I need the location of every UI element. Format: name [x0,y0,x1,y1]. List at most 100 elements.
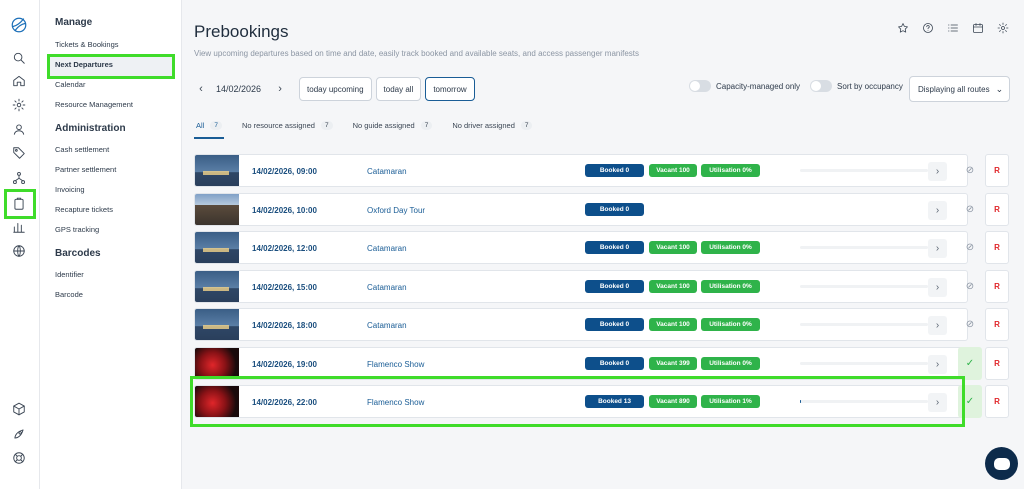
r-button[interactable]: R [985,385,1009,418]
ban-icon[interactable]: ⊘ [958,193,982,226]
list-icon[interactable] [947,22,960,35]
logo-icon[interactable] [8,14,30,36]
nav-item-next-departures[interactable]: Next Departures [55,60,113,69]
vacant-badge: Vacant 100 [649,164,697,177]
r-button[interactable]: R [985,308,1009,341]
departure-row[interactable]: 14/02/2026, 12:00 Catamaran Booked 0 Vac… [194,231,968,264]
tag-icon[interactable] [8,142,30,164]
r-button[interactable]: R [985,231,1009,264]
departure-datetime: 14/02/2026, 18:00 [252,321,317,330]
booked-badge: Booked 0 [585,280,644,293]
departure-name[interactable]: Catamaran [367,244,407,253]
chat-bubble-icon [993,457,1010,470]
today-upcoming-button[interactable]: today upcoming [299,77,372,101]
departure-name[interactable]: Catamaran [367,283,407,292]
booked-badge: Booked 0 [585,318,644,331]
nav-item-identifier[interactable]: Identifier [55,270,84,279]
icon-rail [0,0,40,489]
tab-no-resource[interactable]: No resource assigned 7 [240,117,335,139]
departure-row[interactable]: 14/02/2026, 10:00 Oxford Day Tour Booked… [194,193,968,226]
today-all-button[interactable]: today all [375,77,422,101]
tab-no-driver[interactable]: No driver assigned 7 [450,117,534,139]
departure-datetime: 14/02/2026, 10:00 [252,206,317,215]
gear-icon[interactable] [8,94,30,116]
nav-item-calendar[interactable]: Calendar [55,80,85,89]
open-departure-chevron-icon[interactable]: › [928,316,947,335]
capacity-toggle[interactable] [689,80,711,92]
box-icon[interactable] [8,398,30,420]
nav-item-resource-management[interactable]: Resource Management [55,100,133,109]
nav-item-cash-settlement[interactable]: Cash settlement [55,145,109,154]
help-icon[interactable] [922,22,935,35]
departure-datetime: 14/02/2026, 15:00 [252,283,317,292]
departure-datetime: 14/02/2026, 12:00 [252,244,317,253]
main-content: Prebookings View upcoming departures bas… [182,0,1024,489]
nav-item-partner-settlement[interactable]: Partner settlement [55,165,116,174]
selected-date[interactable]: 14/02/2026 [216,84,261,94]
nav-item-recapture-tickets[interactable]: Recapture tickets [55,205,113,214]
next-date-chevron-icon[interactable]: › [273,83,287,95]
nav-item-invoicing[interactable]: Invoicing [55,185,85,194]
nav-item-gps-tracking[interactable]: GPS tracking [55,225,99,234]
booked-badge: Booked 0 [585,241,644,254]
page-title: Prebookings [194,22,289,41]
utilisation-badge: Utilisation 0% [701,357,760,370]
calendar-icon[interactable] [972,22,985,35]
globe-icon[interactable] [8,240,30,262]
r-button[interactable]: R [985,193,1009,226]
tomorrow-button[interactable]: tomorrow [425,77,475,101]
nav-item-barcode[interactable]: Barcode [55,290,83,299]
tab-label: All [196,121,205,130]
vacant-badge: Vacant 100 [649,318,697,331]
settings-gear-icon[interactable] [997,22,1010,35]
departure-row[interactable]: 14/02/2026, 09:00 Catamaran Booked 0 Vac… [194,154,968,187]
open-departure-chevron-icon[interactable]: › [928,355,947,374]
bar-chart-icon[interactable] [8,216,30,238]
tab-all[interactable]: All 7 [194,117,224,139]
departure-name[interactable]: Catamaran [367,167,407,176]
ban-icon[interactable]: ⊘ [958,154,982,187]
tab-count: 7 [420,121,433,130]
tab-no-guide[interactable]: No guide assigned 7 [351,117,435,139]
home-icon[interactable] [8,70,30,92]
utilisation-bar [800,323,928,326]
chat-button[interactable] [985,447,1018,480]
occupancy-toggle[interactable] [810,80,833,92]
network-icon[interactable] [8,167,30,189]
utilisation-bar [800,362,928,365]
catamaran-thumbnail [195,309,239,340]
star-icon[interactable] [897,22,910,35]
date-filter-bar: ‹ 14/02/2026 › today upcoming today all … [194,77,479,101]
tab-label: No driver assigned [452,121,515,130]
nav-section-barcodes: Barcodes [55,248,101,259]
departure-row[interactable]: 14/02/2026, 18:00 Catamaran Booked 0 Vac… [194,308,968,341]
departure-name[interactable]: Flamenco Show [367,360,424,369]
ban-icon[interactable]: ⊘ [958,308,982,341]
r-button[interactable]: R [985,347,1009,380]
lifebuoy-icon[interactable] [8,447,30,469]
r-button[interactable]: R [985,270,1009,303]
vacant-badge: Vacant 100 [649,280,697,293]
open-departure-chevron-icon[interactable]: › [928,239,947,258]
rocket-icon[interactable] [8,423,30,445]
open-departure-chevron-icon[interactable]: › [928,201,947,220]
departure-name[interactable]: Catamaran [367,321,407,330]
chevron-down-icon: ⌄ [995,83,1004,94]
routes-dropdown[interactable]: Displaying all routes ⌄ [909,76,1010,102]
tab-label: No guide assigned [352,121,415,130]
utilisation-badge: Utilisation 0% [701,318,760,331]
search-icon[interactable] [8,47,30,69]
ban-icon[interactable]: ⊘ [958,231,982,264]
user-icon[interactable] [8,118,30,140]
departure-row[interactable]: 14/02/2026, 15:00 Catamaran Booked 0 Vac… [194,270,968,303]
open-departure-chevron-icon[interactable]: › [928,162,947,181]
prev-date-chevron-icon[interactable]: ‹ [194,83,208,95]
nav-item-tickets-bookings[interactable]: Tickets & Bookings [55,40,119,49]
ban-icon[interactable]: ⊘ [958,270,982,303]
tab-count: 7 [210,121,222,130]
nav-section-administration: Administration [55,123,126,134]
departure-name[interactable]: Oxford Day Tour [367,206,425,215]
r-button[interactable]: R [985,154,1009,187]
tab-label: No resource assigned [241,121,315,130]
open-departure-chevron-icon[interactable]: › [928,278,947,297]
